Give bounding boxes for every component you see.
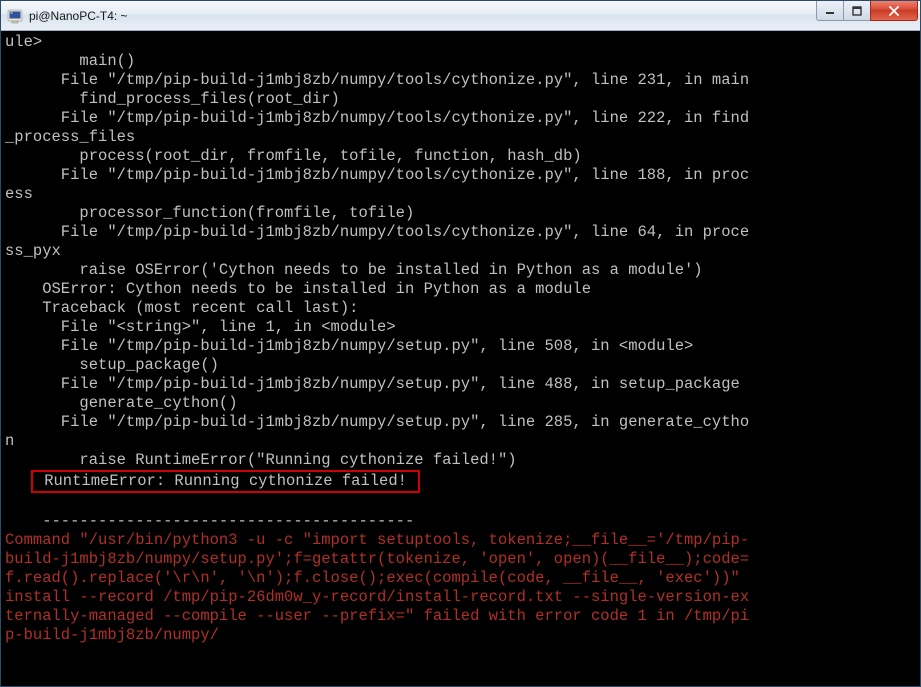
terminal-line: File "/tmp/pip-build-j1mbj8zb/numpy/tool… (5, 71, 920, 90)
terminal-line: File "/tmp/pip-build-j1mbj8zb/numpy/setu… (5, 413, 920, 432)
terminal-line (5, 493, 920, 512)
putty-icon (7, 8, 23, 24)
terminal-line: File "<string>", line 1, in <module> (5, 318, 920, 337)
terminal-window: pi@NanoPC-T4: ~ ule> main() File "/tmp/p… (0, 0, 921, 687)
terminal-error-line: ternally-managed --compile --user --pref… (5, 607, 920, 626)
terminal-line: ule> (5, 33, 920, 52)
terminal-line: OSError: Cython needs to be installed in… (5, 280, 920, 299)
terminal-line: find_process_files(root_dir) (5, 90, 920, 109)
terminal-error-line: install --record /tmp/pip-26dm0w_y-recor… (5, 588, 920, 607)
minimize-button[interactable] (816, 1, 844, 21)
maximize-button[interactable] (843, 1, 871, 21)
terminal-line: ss_pyx (5, 242, 920, 261)
terminal-line: raise RuntimeError("Running cythonize fa… (5, 451, 920, 470)
window-title: pi@NanoPC-T4: ~ (29, 1, 817, 31)
terminal-output[interactable]: ule> main() File "/tmp/pip-build-j1mbj8z… (1, 31, 920, 686)
terminal-line: ess (5, 185, 920, 204)
terminal-line: File "/tmp/pip-build-j1mbj8zb/numpy/tool… (5, 223, 920, 242)
terminal-line: setup_package() (5, 356, 920, 375)
terminal-line: processor_function(fromfile, tofile) (5, 204, 920, 223)
terminal-error-line: p-build-j1mbj8zb/numpy/ (5, 626, 920, 645)
terminal-line: main() (5, 52, 920, 71)
terminal-line: File "/tmp/pip-build-j1mbj8zb/numpy/setu… (5, 375, 920, 394)
terminal-line: generate_cython() (5, 394, 920, 413)
terminal-line: n (5, 432, 920, 451)
terminal-line: _process_files (5, 128, 920, 147)
separator-line: ---------------------------------------- (5, 512, 920, 531)
error-highlight-box: RuntimeError: Running cythonize failed! (31, 470, 420, 493)
terminal-line: process(root_dir, fromfile, tofile, func… (5, 147, 920, 166)
terminal-line: File "/tmp/pip-build-j1mbj8zb/numpy/tool… (5, 166, 920, 185)
terminal-line: File "/tmp/pip-build-j1mbj8zb/numpy/setu… (5, 337, 920, 356)
window-titlebar[interactable]: pi@NanoPC-T4: ~ (1, 1, 920, 31)
window-buttons (817, 1, 918, 21)
close-button[interactable] (870, 1, 918, 21)
terminal-line: File "/tmp/pip-build-j1mbj8zb/numpy/tool… (5, 109, 920, 128)
terminal-line: Traceback (most recent call last): (5, 299, 920, 318)
terminal-line: raise OSError('Cython needs to be instal… (5, 261, 920, 280)
terminal-error-line: build-j1mbj8zb/numpy/setup.py';f=getattr… (5, 550, 920, 569)
terminal-error-line: Command "/usr/bin/python3 -u -c "import … (5, 531, 920, 550)
terminal-line-highlighted: RuntimeError: Running cythonize failed! (5, 470, 920, 493)
terminal-error-line: f.read().replace('\r\n', '\n');f.close()… (5, 569, 920, 588)
